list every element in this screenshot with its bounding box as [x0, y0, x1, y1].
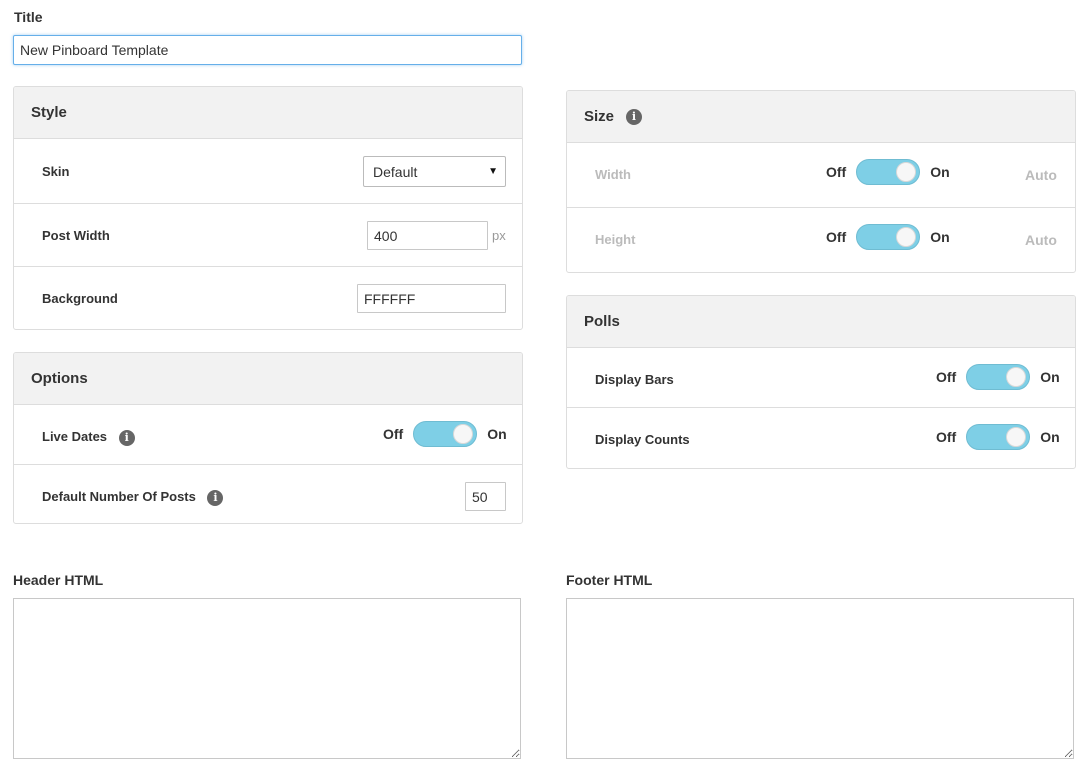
skin-selected-value: Default: [373, 163, 418, 180]
style-panel: Style Skin Default ▼ Post Width 400 px B…: [13, 86, 523, 330]
toggle-knob: [453, 424, 474, 444]
live-dates-label: Live Dates: [42, 429, 108, 444]
height-toggle[interactable]: [856, 224, 921, 250]
size-heading-row: Size i: [567, 91, 1075, 143]
toggle-on-label: On: [1040, 369, 1060, 385]
toggle-off-label: Off: [936, 429, 957, 445]
height-toggle-group: Off On: [826, 224, 950, 250]
post-width-row: Post Width 400 px: [14, 204, 522, 267]
live-dates-toggle-group: Off On: [383, 421, 507, 447]
toggle-knob: [896, 162, 917, 182]
size-width-label: Width: [595, 167, 631, 182]
size-width-row: Width Off On Auto: [567, 143, 1075, 208]
toggle-off-label: Off: [826, 229, 847, 245]
post-width-unit: px: [492, 228, 506, 243]
display-bars-label: Display Bars: [595, 372, 674, 387]
height-auto-value: Auto: [1025, 232, 1057, 248]
display-counts-label: Display Counts: [595, 432, 690, 447]
post-width-label: Post Width: [42, 228, 110, 243]
width-toggle[interactable]: [856, 159, 921, 185]
toggle-knob: [1006, 367, 1027, 387]
post-width-input[interactable]: 400: [367, 221, 488, 250]
skin-label: Skin: [42, 164, 70, 179]
style-heading: Style: [14, 87, 522, 139]
background-row: Background FFFFFF: [14, 267, 522, 329]
toggle-on-label: On: [487, 426, 507, 442]
polls-panel: Polls Display Bars Off On Display Counts…: [566, 295, 1076, 469]
display-bars-toggle-group: Off On: [936, 364, 1060, 390]
width-toggle-group: Off On: [826, 159, 950, 185]
info-icon[interactable]: i: [207, 489, 224, 506]
display-counts-toggle-group: Off On: [936, 424, 1060, 450]
live-dates-toggle[interactable]: [413, 421, 478, 447]
default-posts-label: Default Number Of Posts: [42, 489, 196, 504]
display-counts-row: Display Counts Off On: [567, 408, 1075, 468]
toggle-off-label: Off: [826, 164, 847, 180]
display-bars-toggle[interactable]: [966, 364, 1031, 390]
display-bars-row: Display Bars Off On: [567, 348, 1075, 408]
toggle-off-label: Off: [383, 426, 404, 442]
size-height-label: Height: [595, 232, 636, 247]
footer-html-label: Footer HTML: [566, 572, 653, 588]
info-icon[interactable]: i: [118, 429, 135, 446]
footer-html-textarea[interactable]: [566, 598, 1074, 759]
header-html-textarea[interactable]: [13, 598, 521, 759]
default-posts-input[interactable]: 50: [465, 482, 506, 511]
size-height-row: Height Off On Auto: [567, 208, 1075, 272]
size-panel: Size i Width Off On Auto Height Off On A…: [566, 90, 1076, 273]
title-input[interactable]: [13, 35, 522, 65]
toggle-on-label: On: [1040, 429, 1060, 445]
header-html-label: Header HTML: [13, 572, 104, 588]
toggle-on-label: On: [930, 229, 950, 245]
options-panel: Options Live Dates i Off On Default Numb…: [13, 352, 523, 524]
default-posts-row: Default Number Of Posts i 50: [14, 465, 522, 523]
polls-heading: Polls: [567, 296, 1075, 348]
size-heading: Size: [584, 108, 615, 125]
title-label: Title: [14, 9, 43, 25]
background-color-input[interactable]: FFFFFF: [357, 284, 506, 313]
live-dates-row: Live Dates i Off On: [14, 405, 522, 465]
toggle-on-label: On: [930, 164, 950, 180]
width-auto-value: Auto: [1025, 167, 1057, 183]
info-icon[interactable]: i: [626, 108, 643, 125]
options-heading: Options: [14, 353, 522, 405]
display-counts-toggle[interactable]: [966, 424, 1031, 450]
toggle-knob: [1006, 427, 1027, 447]
toggle-off-label: Off: [936, 369, 957, 385]
skin-row: Skin Default ▼: [14, 139, 522, 204]
caret-down-icon: ▼: [488, 166, 498, 177]
toggle-knob: [896, 227, 917, 247]
background-label: Background: [42, 291, 118, 306]
skin-select[interactable]: Default ▼: [363, 156, 506, 187]
